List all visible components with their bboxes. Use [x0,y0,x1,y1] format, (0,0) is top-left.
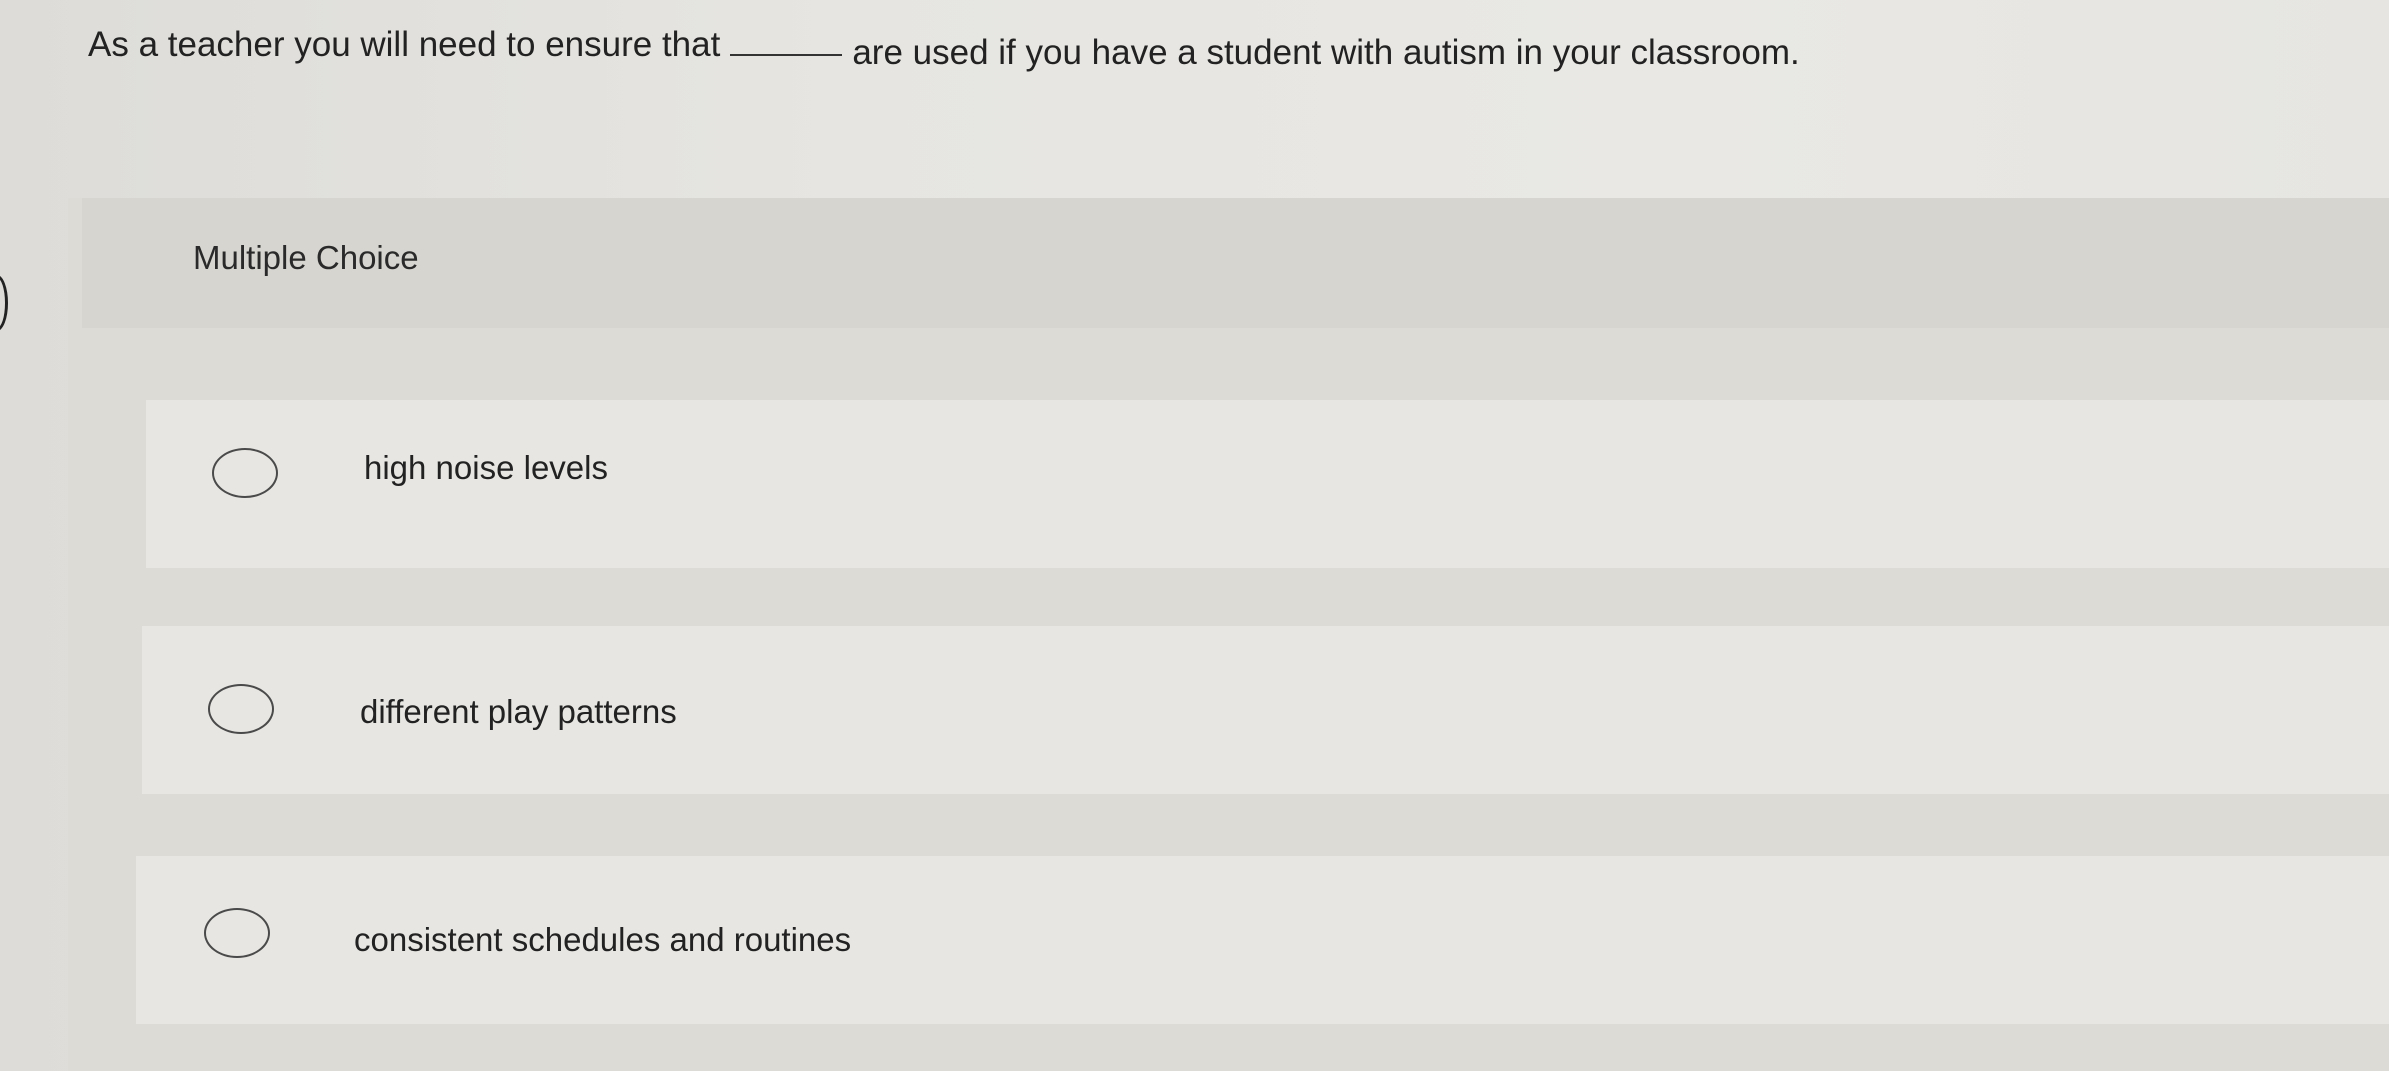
answer-option-different-play-patterns[interactable]: different play patterns [142,626,2389,794]
question-prompt: As a teacher you will need to ensure tha… [88,22,1800,72]
answer-option-consistent-schedules[interactable]: consistent schedules and routines [136,856,2389,1024]
answer-blank [730,22,843,56]
answer-option-label: high noise levels [364,449,608,486]
question-text-after: are used if you have a student with auti… [852,33,1800,72]
question-text-before: As a teacher you will need to ensure tha… [88,25,721,64]
answer-option-label: consistent schedules and routines [354,921,852,958]
radio-button-icon[interactable] [212,448,278,498]
answer-option-high-noise-levels[interactable]: high noise levels [146,400,2389,568]
radio-button-icon[interactable] [204,908,270,958]
radio-button-icon[interactable] [208,684,274,734]
answer-option-label: different play patterns [360,693,677,730]
multiple-choice-label: Multiple Choice [193,239,419,276]
multiple-choice-header [82,198,2389,328]
